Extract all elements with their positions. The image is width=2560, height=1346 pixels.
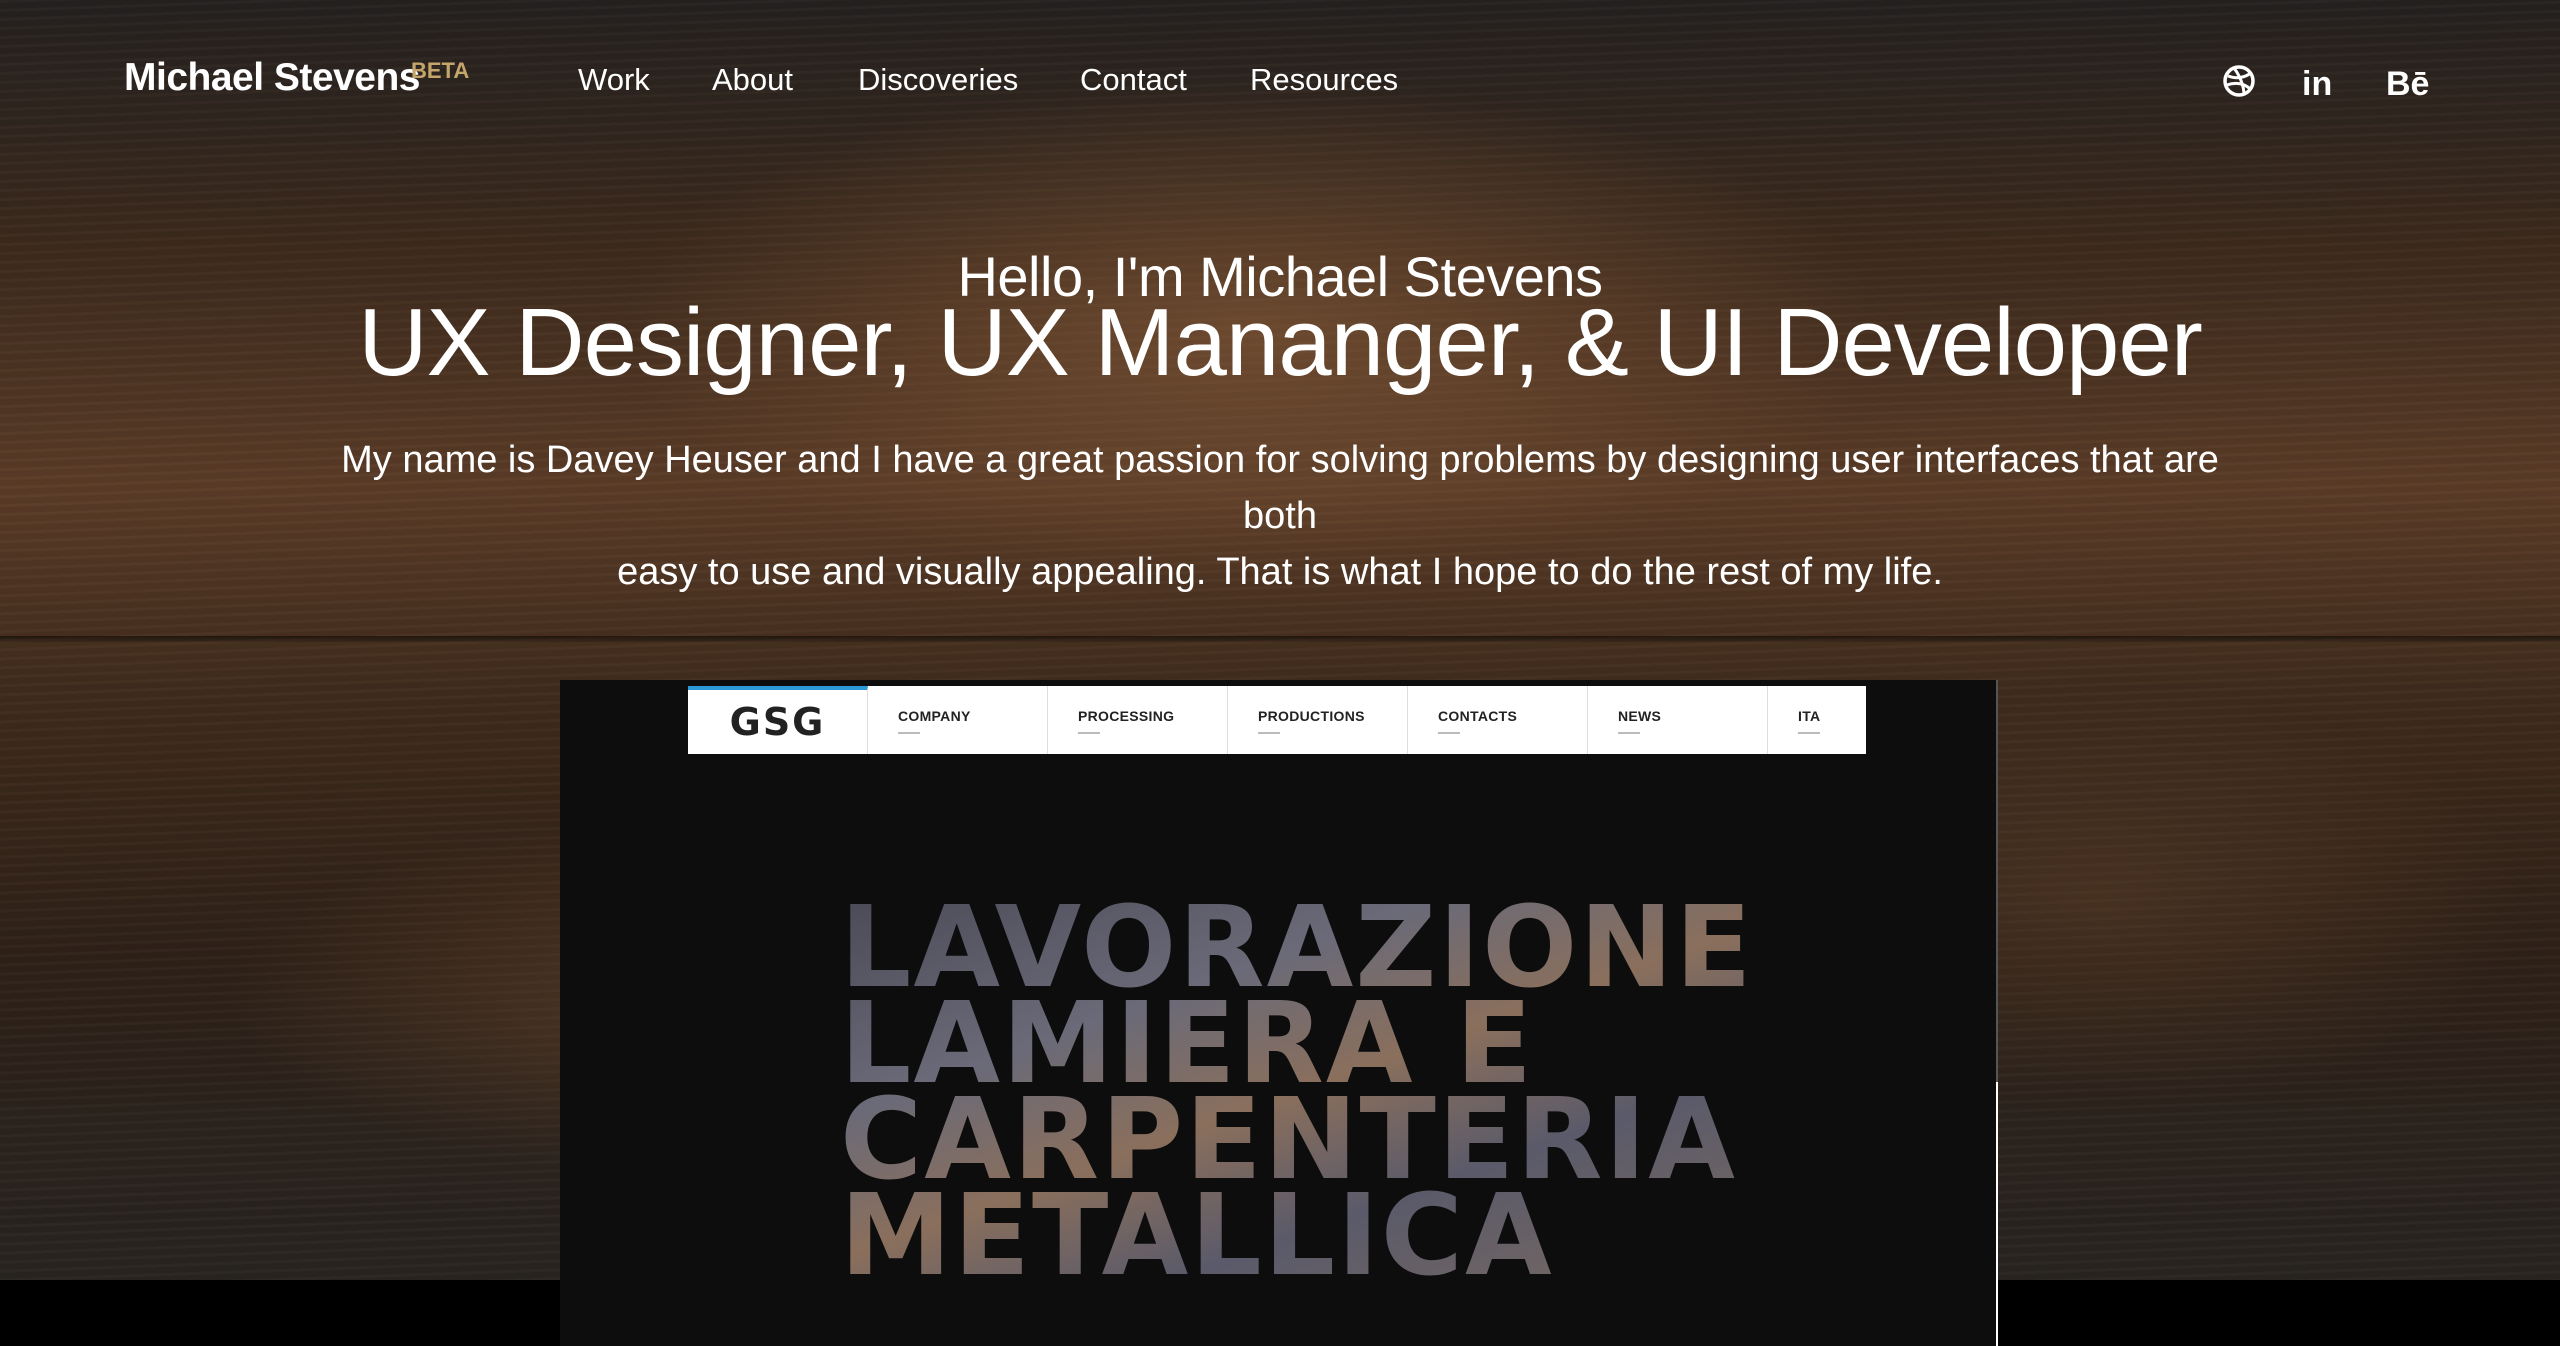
showcase-nav-ita: ITA [1768, 686, 1866, 754]
showcase-nav-company: COMPANY [868, 686, 1048, 754]
showcase-site-nav: GSG COMPANY PROCESSING PRODUCTIONS CONTA… [688, 686, 1866, 754]
showcase-nav-label: PRODUCTIONS [1258, 708, 1365, 724]
hero-intro-line-2: easy to use and visually appealing. That… [617, 551, 1943, 593]
showcase-scrollbar-thumb[interactable] [1996, 1082, 1998, 1346]
project-showcase-frame[interactable]: GSG COMPANY PROCESSING PRODUCTIONS CONTA… [560, 680, 1998, 1346]
wood-plank-seam [0, 636, 2560, 642]
linkedin-icon[interactable]: in [2302, 67, 2332, 101]
showcase-site-logo: GSG [729, 700, 826, 744]
dribbble-icon[interactable] [2222, 64, 2256, 98]
showcase-site-logo-cell: GSG [688, 686, 868, 754]
showcase-nav-label: CONTACTS [1438, 708, 1518, 724]
showcase-nav-label: ITA [1798, 708, 1821, 724]
nav-discoveries[interactable]: Discoveries [858, 62, 1018, 98]
nav-resources[interactable]: Resources [1250, 62, 1398, 98]
showcase-headline: LAVORAZIONE LAMIERA E CARPENTERIA METALL… [840, 900, 1754, 1284]
behance-icon[interactable]: Bē [2386, 67, 2429, 101]
hero-intro-line-1: My name is Davey Heuser and I have a gre… [341, 439, 2219, 537]
showcase-nav-processing: PROCESSING [1048, 686, 1228, 754]
beta-badge: BETA [411, 58, 470, 83]
nav-contact[interactable]: Contact [1080, 62, 1187, 98]
site-logo[interactable]: Michael Stevens [124, 56, 420, 100]
nav-work[interactable]: Work [578, 62, 650, 98]
nav-about[interactable]: About [712, 62, 793, 98]
showcase-nav-label: COMPANY [898, 708, 971, 724]
showcase-nav-contacts: CONTACTS [1408, 686, 1588, 754]
showcase-nav-label: PROCESSING [1078, 708, 1175, 724]
showcase-nav-label: NEWS [1618, 708, 1662, 724]
showcase-nav-productions: PRODUCTIONS [1228, 686, 1408, 754]
showcase-nav-news: NEWS [1588, 686, 1768, 754]
hero-tagline: UX Designer, UX Mananger, & UI Developer [358, 289, 2203, 396]
hero-intro: My name is Davey Heuser and I have a gre… [300, 432, 2260, 600]
